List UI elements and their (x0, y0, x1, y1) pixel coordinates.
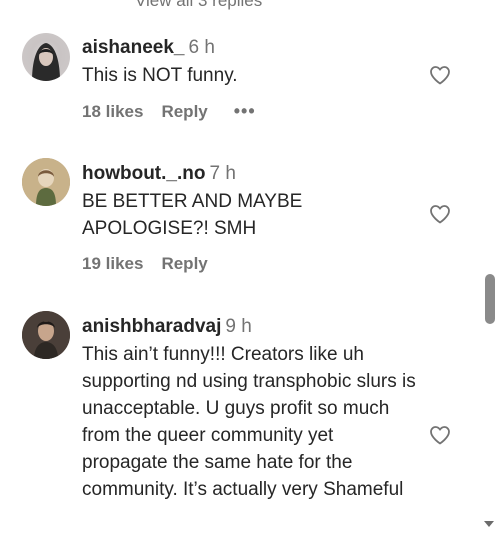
profile-photo-avatar (22, 311, 70, 359)
profile-photo-avatar (22, 158, 70, 206)
like-button[interactable] (428, 202, 452, 226)
likes-count[interactable]: 19 likes (82, 254, 143, 274)
comment-time: 6 h (188, 37, 215, 58)
reply-button[interactable]: Reply (161, 254, 207, 274)
comment-text: This is NOT funny. (82, 65, 238, 86)
avatar[interactable] (22, 158, 70, 206)
heart-outline-icon (430, 426, 450, 445)
profile-photo-avatar (32, 43, 60, 81)
comment-username[interactable]: aishaneek_ (82, 37, 184, 58)
heart-outline-icon (430, 66, 450, 85)
reply-button[interactable]: Reply (161, 102, 207, 122)
comment-time: 9 h (225, 316, 252, 337)
comment-username[interactable]: howbout._.no (82, 163, 205, 184)
scroll-down-arrow-icon[interactable] (484, 521, 494, 527)
view-replies-link[interactable]: View all 3 replies (135, 0, 262, 11)
comment-text: BE BETTER AND MAYBE APOLOGISE?! SMH (82, 191, 303, 239)
comment-time: 7 h (209, 163, 236, 184)
scrollbar-thumb[interactable] (485, 274, 495, 324)
avatar[interactable] (22, 311, 70, 359)
vertical-scrollbar[interactable] (482, 0, 496, 533)
likes-count[interactable]: 18 likes (82, 102, 143, 122)
like-button[interactable] (428, 63, 452, 87)
heart-outline-icon (430, 205, 450, 224)
avatar[interactable] (22, 33, 70, 81)
comment-username[interactable]: anishbharadvaj (82, 316, 221, 337)
comment-text: This ain’t funny!!! Creators like uh sup… (82, 344, 416, 500)
like-button[interactable] (428, 423, 452, 447)
more-options-icon[interactable]: ••• (234, 101, 256, 122)
